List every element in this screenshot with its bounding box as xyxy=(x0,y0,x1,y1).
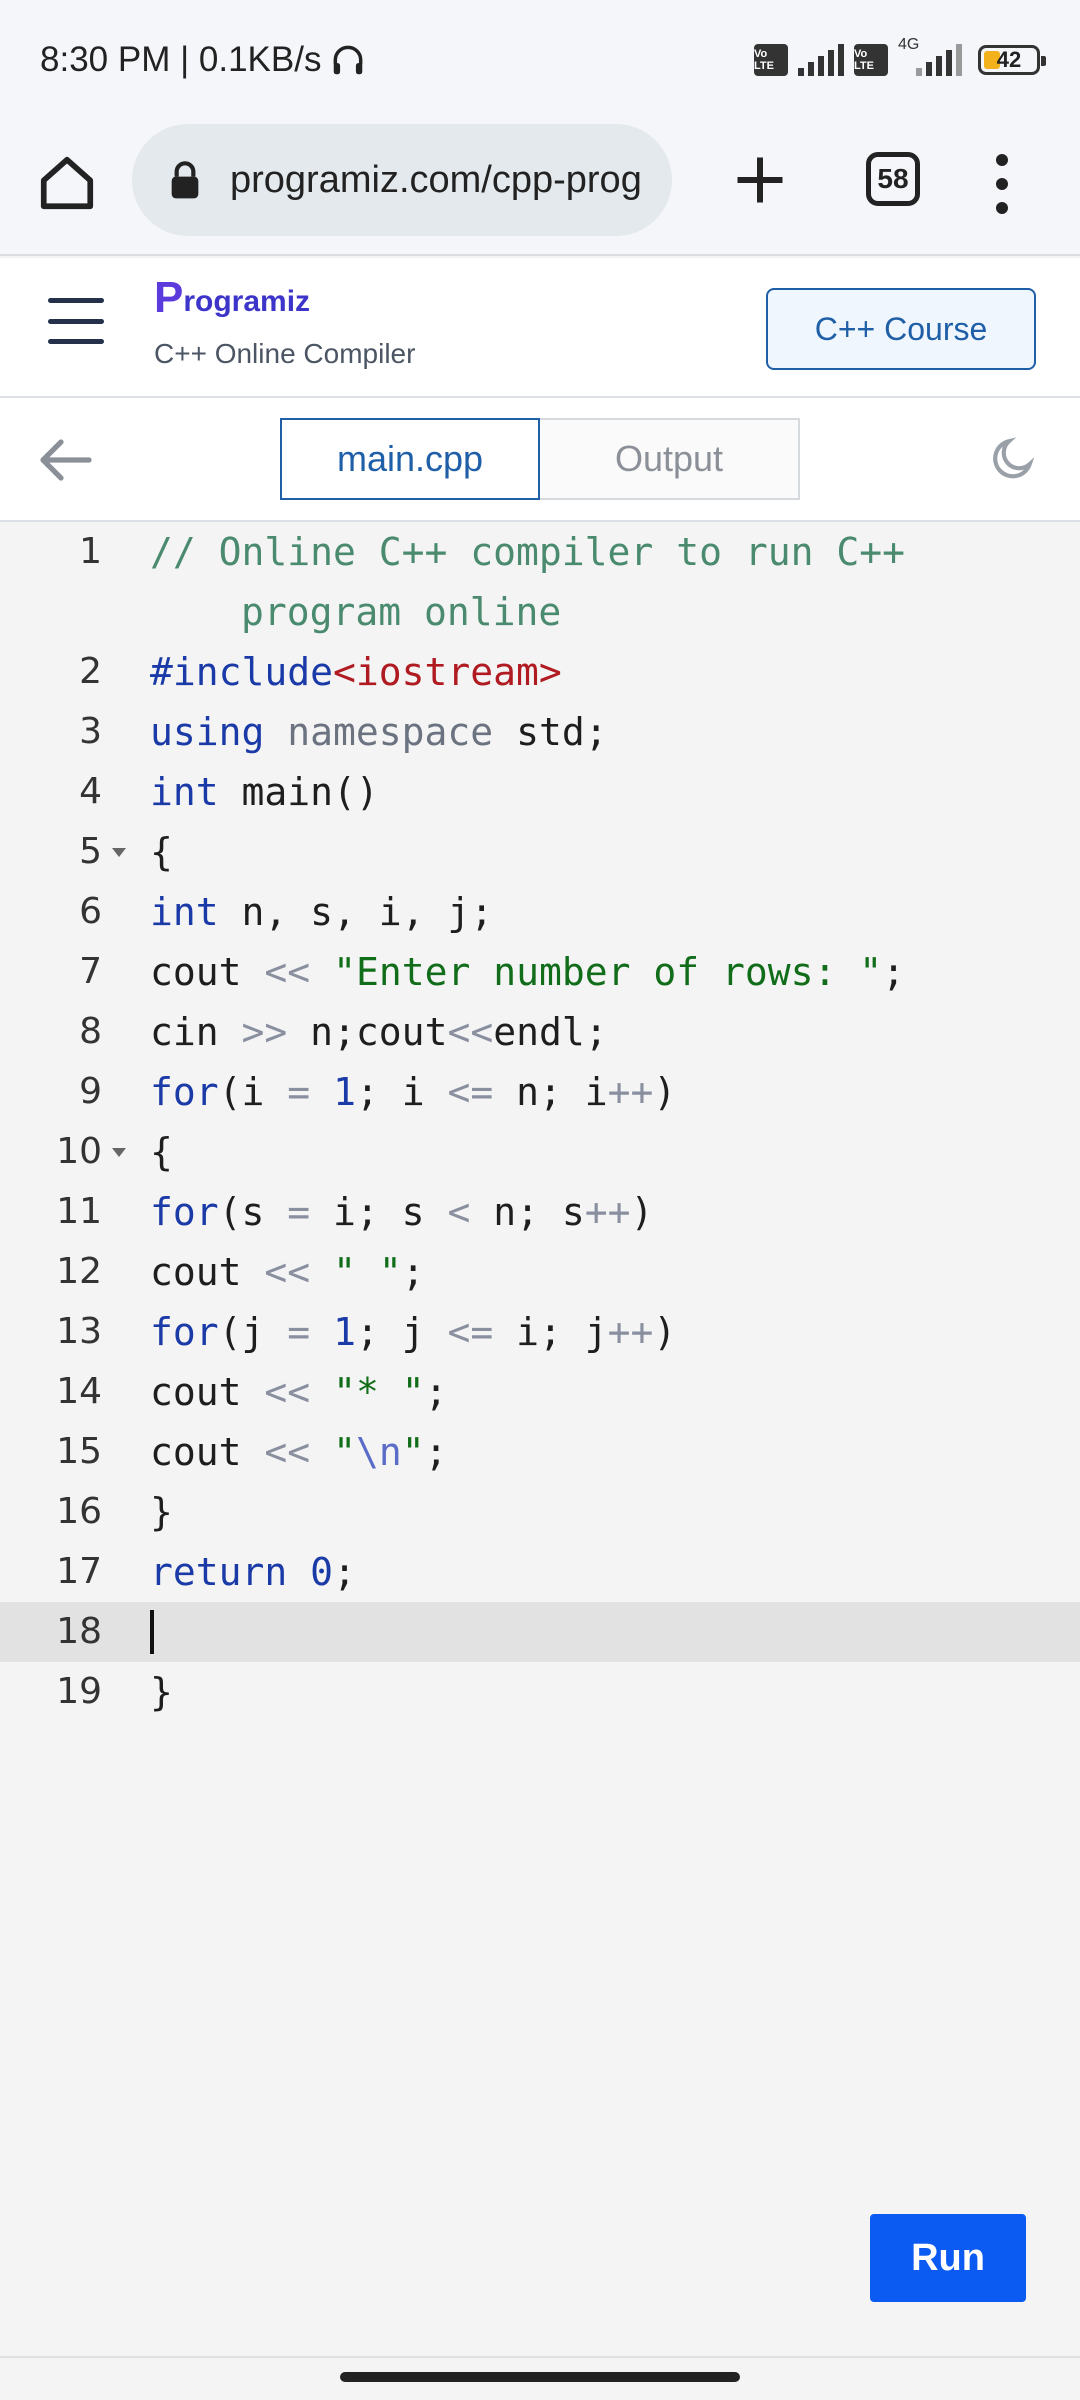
fold-arrow-icon[interactable] xyxy=(112,848,126,857)
status-right: Vo LTE Vo LTE 4G 42 xyxy=(754,36,1046,76)
line-number: 8 xyxy=(79,1011,102,1052)
home-icon[interactable] xyxy=(36,152,98,214)
code-text: #include<iostream> xyxy=(150,650,562,694)
cpp-course-button[interactable]: C++ Course xyxy=(766,288,1036,370)
code-line-3[interactable]: 3 using namespace std; xyxy=(0,702,1080,762)
code-line-16[interactable]: 16 } xyxy=(0,1482,1080,1542)
code-text: { xyxy=(150,830,173,874)
address-bar[interactable]: programiz.com/cpp-prog xyxy=(132,124,672,236)
volte-icon: Vo LTE xyxy=(754,44,788,76)
code-text: } xyxy=(150,1670,173,1714)
line-number: 1 xyxy=(79,531,102,572)
code-text: cout << "Enter number of rows: "; xyxy=(150,950,906,994)
volte-icon-2: Vo LTE xyxy=(854,44,888,76)
code-text: for(i = 1; i <= n; i++) xyxy=(150,1070,677,1114)
line-number: 18 xyxy=(56,1611,102,1652)
line-number: 16 xyxy=(56,1491,102,1532)
code-line-8[interactable]: 8 cin >> n;cout<<endl; xyxy=(0,1002,1080,1062)
status-left: 8:30 PM | 0.1KB/s xyxy=(40,40,367,80)
code-line-18-active[interactable]: 18 xyxy=(0,1602,1080,1662)
code-line-13[interactable]: 13 for(j = 1; j <= i; j++) xyxy=(0,1302,1080,1362)
battery-icon: 42 xyxy=(978,45,1046,75)
line-number: 7 xyxy=(79,951,102,992)
code-text: cout << "* "; xyxy=(150,1370,448,1414)
code-text: cout << "\n"; xyxy=(150,1430,448,1474)
code-text: using namespace std; xyxy=(150,710,608,754)
code-line-5[interactable]: 5 { xyxy=(0,822,1080,882)
new-tab-icon[interactable] xyxy=(730,150,790,210)
code-line-2[interactable]: 2 #include<iostream> xyxy=(0,642,1080,702)
line-number: 6 xyxy=(79,891,102,932)
code-text: for(s = i; s < n; s++) xyxy=(150,1190,654,1234)
code-text: return 0; xyxy=(150,1550,356,1594)
more-options-icon[interactable] xyxy=(990,154,1014,214)
code-line-6[interactable]: 6 int n, s, i, j; xyxy=(0,882,1080,942)
line-number: 14 xyxy=(56,1371,102,1412)
code-line-4[interactable]: 4 int main() xyxy=(0,762,1080,822)
tab-output[interactable]: Output xyxy=(540,418,800,500)
line-number: 5 xyxy=(79,831,102,872)
logo-letter: P xyxy=(154,273,184,322)
line-number: 11 xyxy=(56,1191,102,1232)
dark-mode-icon[interactable] xyxy=(988,434,1038,484)
code-line-7[interactable]: 7 cout << "Enter number of rows: "; xyxy=(0,942,1080,1002)
code-text: int n, s, i, j; xyxy=(150,890,494,934)
code-line-12[interactable]: 12 cout << " "; xyxy=(0,1242,1080,1302)
code-line-1[interactable]: 1 // Online C++ compiler to run C++ xyxy=(0,522,1080,582)
code-line-9[interactable]: 9 for(i = 1; i <= n; i++) xyxy=(0,1062,1080,1122)
line-number: 2 xyxy=(79,651,102,692)
url-text: programiz.com/cpp-prog xyxy=(230,158,642,201)
run-button[interactable]: Run xyxy=(870,2214,1026,2302)
signal-4g-icon: 4G xyxy=(898,36,962,76)
gesture-home-bar[interactable] xyxy=(340,2372,740,2382)
code-line-15[interactable]: 15 cout << "\n"; xyxy=(0,1422,1080,1482)
signal-icon xyxy=(798,44,844,76)
tab-switcher-button[interactable]: 58 xyxy=(866,152,920,206)
tab-main-cpp[interactable]: main.cpp xyxy=(280,418,540,500)
site-header: Programiz C++ Online Compiler C++ Course xyxy=(0,258,1080,398)
line-number: 15 xyxy=(56,1431,102,1472)
nav-divider xyxy=(0,2356,1080,2358)
network-type: 4G xyxy=(898,36,920,53)
line-number: 3 xyxy=(79,711,102,752)
editor-toolbar: main.cpp Output xyxy=(0,398,1080,522)
code-comment-wrap: program online xyxy=(241,590,562,634)
line-number: 12 xyxy=(56,1251,102,1292)
browser-toolbar: programiz.com/cpp-prog 58 xyxy=(0,120,1080,256)
line-number: 17 xyxy=(56,1551,102,1592)
code-text: cout << " "; xyxy=(150,1250,425,1294)
headphones-icon xyxy=(334,45,363,75)
line-number: 19 xyxy=(56,1671,102,1712)
line-number: 13 xyxy=(56,1311,102,1352)
line-number: 9 xyxy=(79,1071,102,1112)
text-cursor xyxy=(150,1610,154,1654)
code-line-14[interactable]: 14 cout << "* "; xyxy=(0,1362,1080,1422)
code-line-11[interactable]: 11 for(s = i; s < n; s++) xyxy=(0,1182,1080,1242)
page-subtitle: C++ Online Compiler xyxy=(154,338,416,369)
programiz-logo[interactable]: Programiz xyxy=(154,276,310,320)
lock-icon xyxy=(171,161,199,199)
code-text: cin >> n;cout<<endl; xyxy=(150,1010,608,1054)
fold-arrow-icon[interactable] xyxy=(112,1148,126,1157)
code-line-1-wrap[interactable]: program online xyxy=(0,582,1080,642)
code-line-19[interactable]: 19 } xyxy=(0,1662,1080,1722)
code-text: { xyxy=(150,1130,173,1174)
status-time-speed: 8:30 PM | 0.1KB/s xyxy=(40,40,322,79)
line-number: 10 xyxy=(56,1131,102,1172)
line-number: 4 xyxy=(79,771,102,812)
code-text: } xyxy=(150,1490,173,1534)
back-arrow-icon[interactable] xyxy=(36,436,94,484)
code-comment: // Online C++ compiler to run C++ xyxy=(150,530,905,574)
code-line-10[interactable]: 10 { xyxy=(0,1122,1080,1182)
menu-icon[interactable] xyxy=(48,298,104,344)
code-text: int main() xyxy=(150,770,379,814)
battery-level: 42 xyxy=(996,47,1022,72)
code-text: for(j = 1; j <= i; j++) xyxy=(150,1310,677,1354)
code-line-17[interactable]: 17 return 0; xyxy=(0,1542,1080,1602)
logo-text: rogramiz xyxy=(183,285,311,318)
code-editor[interactable]: 1 // Online C++ compiler to run C++ prog… xyxy=(0,522,1080,2352)
status-bar: 8:30 PM | 0.1KB/s Vo LTE Vo LTE 4G 42 xyxy=(0,0,1080,120)
